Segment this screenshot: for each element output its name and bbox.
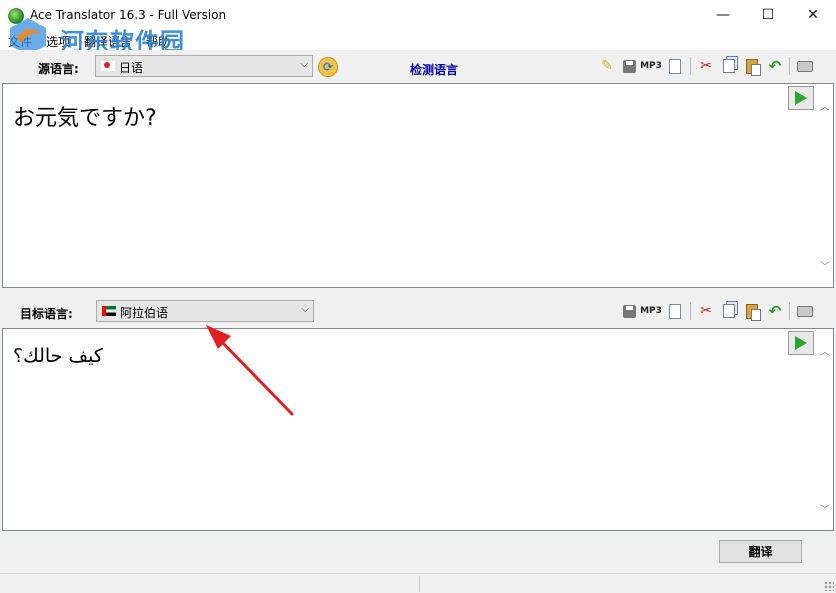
toolbar-separator: [789, 302, 790, 320]
paste-icon: [746, 303, 761, 321]
target-language-select[interactable]: 阿拉伯语 ⌵: [96, 300, 314, 322]
save-button[interactable]: [620, 57, 638, 75]
play-target-button[interactable]: [788, 331, 814, 355]
copy-button[interactable]: [720, 57, 738, 75]
mp3-button[interactable]: MP3: [640, 302, 662, 320]
save-icon: [622, 304, 636, 318]
target-language-label: 目标语言:: [20, 307, 73, 321]
paste-icon: [746, 58, 761, 76]
menu-translate-language[interactable]: 翻译语言: [84, 33, 132, 50]
source-scrollbar[interactable]: ︿ ﹀: [816, 84, 833, 287]
source-text-area[interactable]: お元気ですか? ︿ ﹀: [2, 83, 834, 288]
source-text: お元気ですか?: [13, 106, 157, 131]
scroll-down-icon[interactable]: ﹀: [820, 258, 830, 273]
print-button[interactable]: [796, 57, 814, 75]
title-bar: Ace Translator 16.3 - Full Version — ☐ ✕: [0, 0, 836, 30]
target-toolbar: 目标语言: 阿拉伯语 ⌵ MP3 ✂ ↶: [0, 295, 836, 328]
undo-icon[interactable]: ↶: [766, 57, 784, 75]
new-document-button[interactable]: [666, 302, 684, 320]
window-title: Ace Translator 16.3 - Full Version: [30, 8, 227, 22]
scroll-up-icon[interactable]: ︿: [820, 98, 830, 113]
copy-icon: [723, 304, 735, 318]
cut-icon[interactable]: ✂: [697, 57, 715, 75]
source-language-label: 源语言:: [38, 62, 79, 76]
translate-button[interactable]: 翻译: [719, 540, 802, 563]
toolbar-separator: [690, 57, 691, 75]
save-icon: [622, 59, 636, 73]
minimize-button[interactable]: —: [700, 0, 746, 30]
resize-grip-icon[interactable]: [824, 581, 834, 591]
copy-icon: [723, 59, 735, 73]
toolbar-separator: [690, 302, 691, 320]
play-source-button[interactable]: [788, 86, 814, 110]
print-icon: [797, 60, 813, 72]
mp3-button[interactable]: MP3: [640, 57, 662, 75]
scroll-up-icon[interactable]: ︿: [820, 343, 830, 358]
target-scrollbar[interactable]: ︿ ﹀: [816, 329, 833, 530]
paste-button[interactable]: [743, 57, 761, 76]
new-document-icon: [669, 303, 681, 319]
status-bar: [0, 573, 836, 593]
menu-options[interactable]: 选项: [46, 33, 70, 50]
source-language-value: 日语: [119, 61, 144, 75]
japan-flag-icon: [101, 61, 115, 71]
save-button[interactable]: [620, 302, 638, 320]
cut-icon[interactable]: ✂: [697, 302, 715, 320]
status-segment: [0, 576, 420, 592]
close-button[interactable]: ✕: [790, 0, 836, 30]
menu-help[interactable]: 帮助: [146, 33, 170, 50]
detect-language-link[interactable]: 检测语言: [410, 61, 458, 78]
chevron-down-icon: ⌵: [300, 59, 308, 70]
action-bar: 翻译: [0, 531, 836, 573]
play-icon: [795, 336, 807, 350]
uae-flag-icon: [102, 306, 116, 316]
play-icon: [795, 91, 807, 105]
print-icon: [797, 305, 813, 317]
new-document-icon: [669, 58, 681, 74]
toolbar-separator: [789, 57, 790, 75]
copy-button[interactable]: [720, 302, 738, 320]
maximize-button[interactable]: ☐: [745, 0, 791, 30]
target-text-area[interactable]: كيف حالك؟ ︿ ﹀: [2, 328, 834, 531]
open-folder-icon[interactable]: ✎: [598, 57, 616, 75]
menu-bar: 文件 选项 翻译语言 帮助: [0, 30, 836, 50]
target-text: كيف حالك؟: [13, 345, 103, 367]
swap-languages-button[interactable]: ⟳: [318, 57, 338, 77]
target-language-value: 阿拉伯语: [120, 306, 169, 320]
app-globe-icon: [8, 8, 24, 24]
paste-button[interactable]: [743, 302, 761, 321]
undo-icon[interactable]: ↶: [766, 302, 784, 320]
scroll-down-icon[interactable]: ﹀: [820, 501, 830, 516]
source-language-select[interactable]: 日语 ⌵: [95, 55, 313, 77]
menu-file[interactable]: 文件: [8, 33, 32, 50]
chevron-down-icon: ⌵: [301, 304, 309, 315]
print-button[interactable]: [796, 302, 814, 320]
source-toolbar: 源语言: 日语 ⌵ ⟳ 检测语言 ✎ MP3 ✂ ↶: [0, 50, 836, 83]
new-document-button[interactable]: [666, 57, 684, 75]
